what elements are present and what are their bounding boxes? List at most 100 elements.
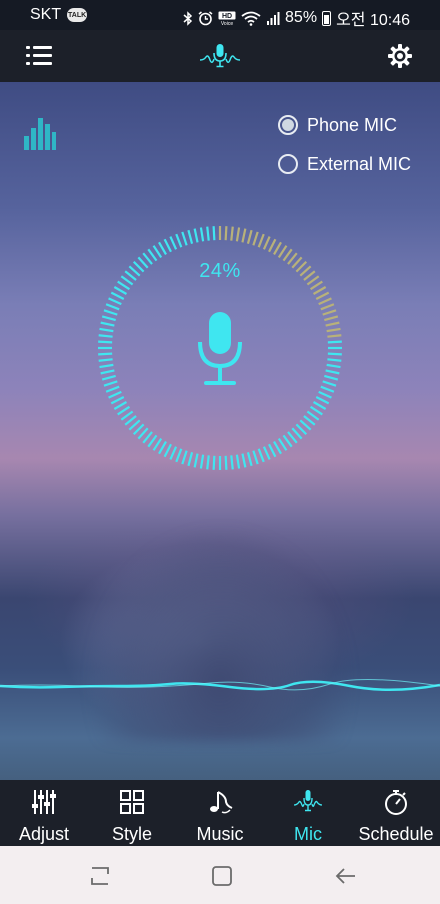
mic-wave-logo-icon <box>199 44 241 68</box>
status-right: HD Voice 85% 오전 10:46 <box>183 6 410 30</box>
dial-tick <box>199 454 205 469</box>
tab-music[interactable]: Music <box>176 780 264 846</box>
dial-tick <box>282 434 293 448</box>
dial-tick <box>158 440 167 455</box>
tab-mic[interactable]: Mic <box>264 780 352 846</box>
dial-tick <box>318 390 332 399</box>
dial-tick <box>181 450 188 465</box>
dial-tick <box>327 340 342 344</box>
dial-tick <box>132 423 145 436</box>
dial-tick <box>108 390 122 399</box>
dial-tick <box>282 248 293 262</box>
dial-tick <box>327 358 342 362</box>
dial-tick <box>98 334 113 338</box>
dial-tick <box>273 241 282 256</box>
tab-style[interactable]: Style <box>88 780 176 846</box>
tab-schedule[interactable]: Schedule <box>352 780 440 846</box>
recent-apps-icon[interactable] <box>88 865 112 887</box>
phone-mic-radio[interactable] <box>278 115 298 135</box>
dial-tick <box>312 286 327 295</box>
dial-tick <box>287 431 298 444</box>
dial-tick <box>206 455 210 470</box>
dial-tick <box>318 297 332 306</box>
dial-tick <box>322 380 337 387</box>
dial-tick <box>235 227 241 242</box>
mic-source-selector: Phone MIC External MIC <box>278 112 411 190</box>
audio-waveform <box>0 678 440 691</box>
svg-text:Voice: Voice <box>221 21 233 26</box>
dial-tick <box>100 369 115 375</box>
dial-tick <box>312 401 327 410</box>
dial-tick <box>101 374 116 381</box>
dial-tick <box>108 297 122 306</box>
dial-tick <box>262 236 271 250</box>
dial-percent: 24% <box>199 260 241 282</box>
tab-music-label: Music <box>196 824 244 844</box>
dial-tick <box>120 410 134 421</box>
dial-tick <box>169 446 178 460</box>
grid-icon <box>120 790 144 814</box>
bluetooth-icon <box>183 10 193 26</box>
phone-mic-option[interactable]: Phone MIC <box>278 112 411 138</box>
dial-tick <box>187 229 194 244</box>
dial-tick <box>327 352 342 356</box>
tab-adjust[interactable]: Adjust <box>0 780 88 846</box>
bottom-tab-bar: Adjust Style Music Mic Schedule <box>0 780 440 846</box>
dial-tick <box>224 226 228 241</box>
dial-tick <box>235 454 241 469</box>
back-icon[interactable] <box>333 865 357 887</box>
dial-tick <box>320 303 335 311</box>
signal-icon <box>267 11 280 25</box>
dial-tick <box>128 419 141 431</box>
tab-style-label: Style <box>111 824 153 844</box>
dial-tick <box>315 291 330 300</box>
dial-tick <box>241 453 247 468</box>
dial-tick <box>98 358 113 362</box>
external-mic-option[interactable]: External MIC <box>278 151 411 177</box>
dial-tick <box>299 419 312 431</box>
dial-tick <box>327 334 342 338</box>
dial-tick <box>212 226 216 241</box>
dial-tick <box>320 385 335 393</box>
external-mic-radio[interactable] <box>278 154 298 174</box>
mic-icon <box>293 790 323 812</box>
dial-tick <box>325 369 340 375</box>
hd-voice-icon: HD Voice <box>218 11 236 26</box>
menu-icon[interactable] <box>26 46 52 66</box>
stopwatch-icon <box>385 790 407 815</box>
app-toolbar <box>0 30 440 82</box>
sliders-icon <box>32 790 56 814</box>
dial-tick <box>325 321 340 327</box>
status-left: SKT TALK <box>30 6 88 24</box>
wifi-icon <box>241 11 261 26</box>
dial-tick <box>105 303 120 311</box>
tab-adjust-label: Adjust <box>18 824 70 844</box>
dial-tick <box>303 415 316 426</box>
dial-tick <box>315 396 330 405</box>
tab-schedule-label: Schedule <box>358 824 434 844</box>
dial-tick <box>246 452 253 467</box>
dial-tick <box>241 228 247 243</box>
dial-tick <box>257 448 265 463</box>
gear-icon[interactable] <box>387 43 413 69</box>
dial-tick <box>309 405 323 416</box>
dial-tick <box>99 327 114 333</box>
dial-tick <box>137 427 149 440</box>
dial-tick <box>206 226 210 241</box>
dial-tick <box>169 236 178 250</box>
dial-tick <box>252 231 259 246</box>
dial-tick <box>124 415 137 426</box>
dial-tick <box>306 410 320 421</box>
dial-tick <box>113 286 128 295</box>
mic-icon[interactable] <box>196 310 244 388</box>
dial-tick <box>187 452 194 467</box>
dial-tick <box>277 245 288 259</box>
home-icon[interactable] <box>210 865 234 887</box>
dial-tick <box>257 233 265 248</box>
dial-tick <box>268 238 277 253</box>
battery-icon <box>322 10 332 26</box>
sound-level-icon[interactable] <box>24 116 56 150</box>
dial-tick <box>142 431 153 444</box>
dial-tick <box>268 443 277 458</box>
dial-tick <box>324 374 339 381</box>
